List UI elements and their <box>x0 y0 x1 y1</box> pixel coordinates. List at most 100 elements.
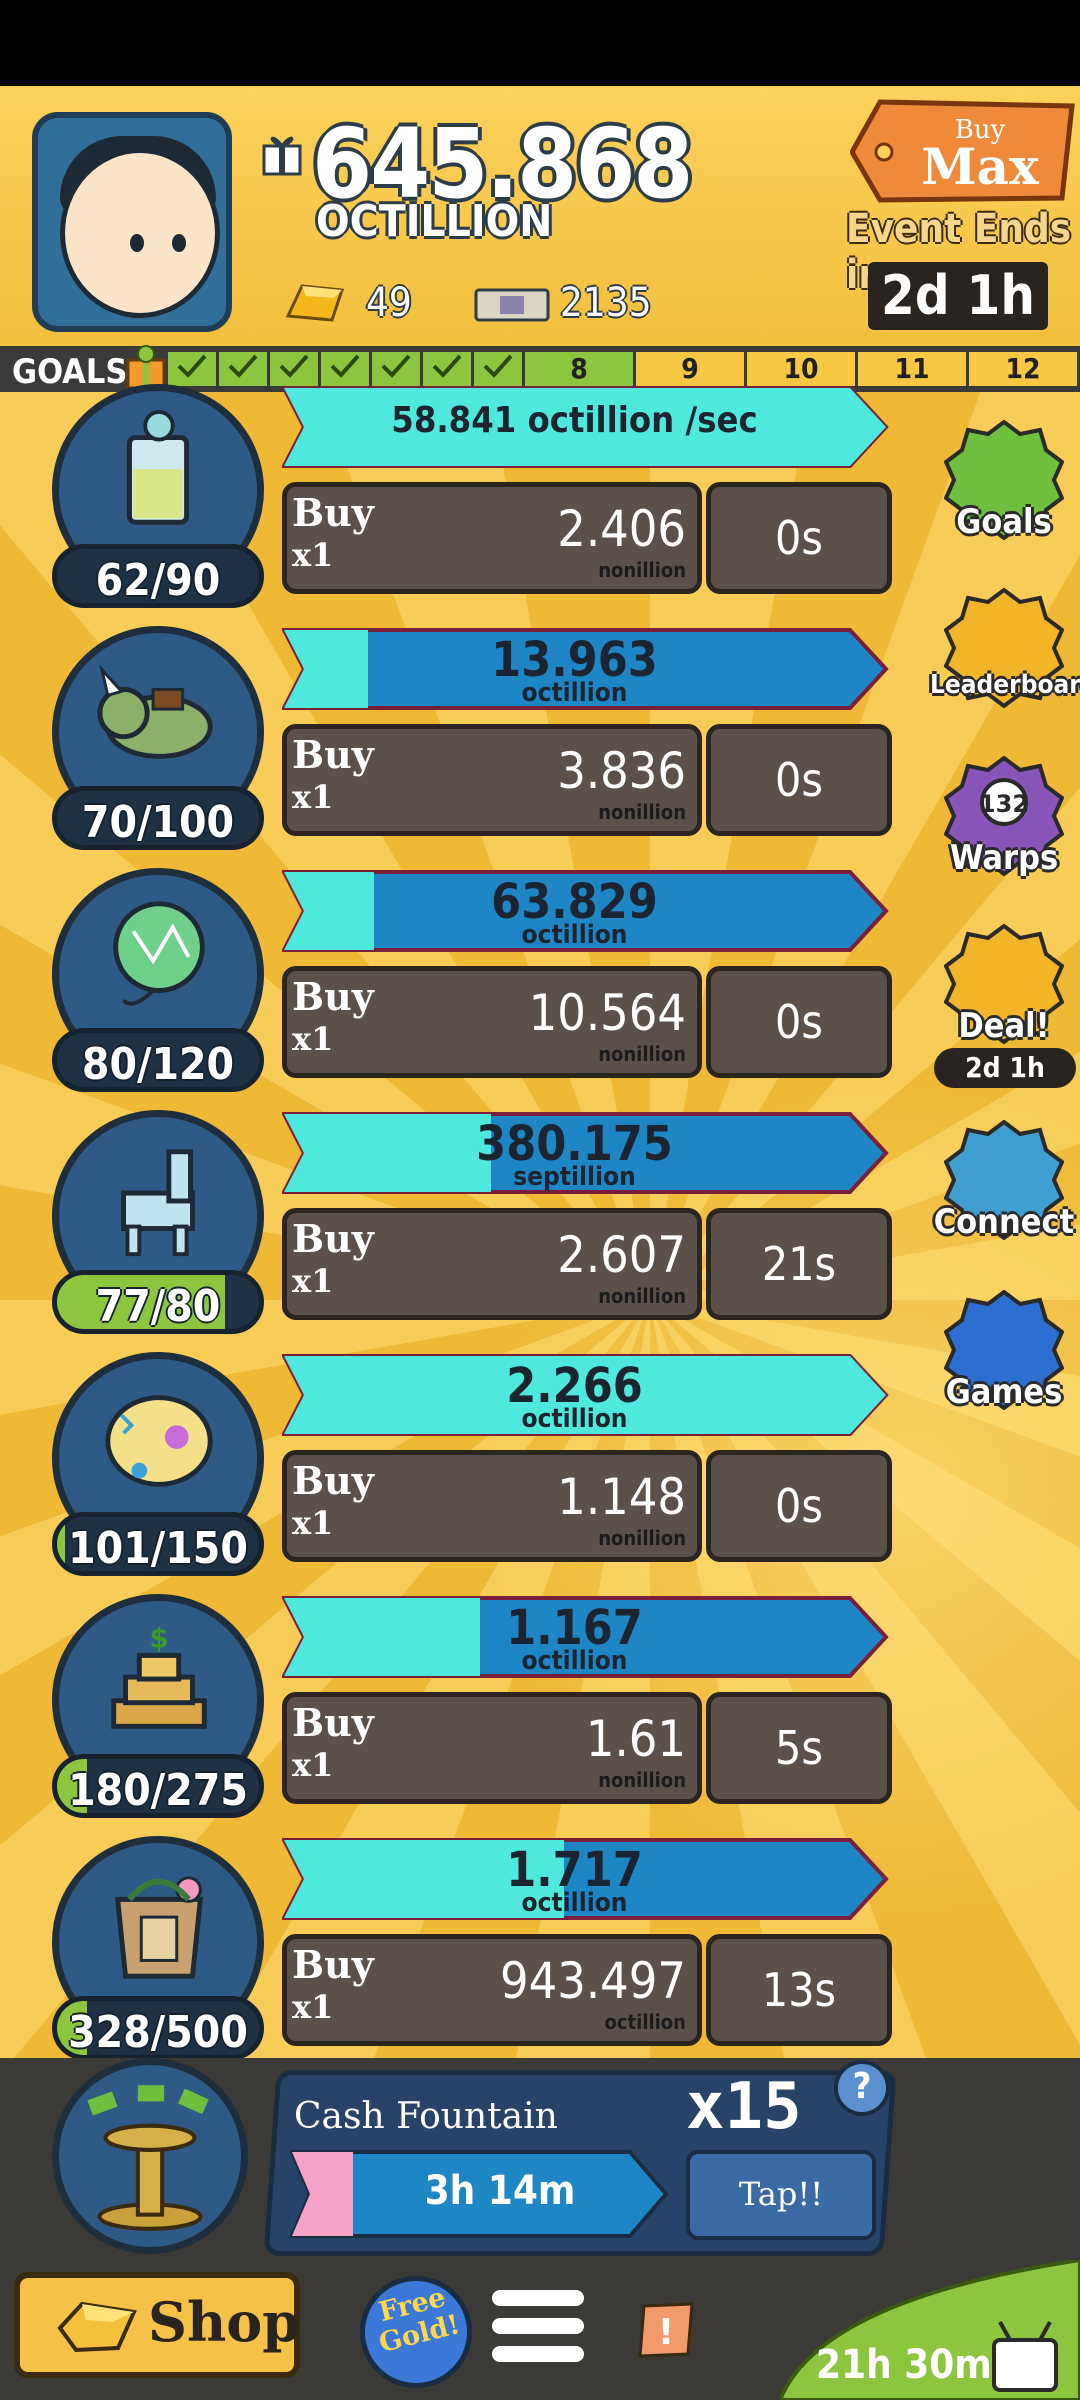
menu-icon[interactable] <box>492 2290 584 2372</box>
gold-gem-icon <box>57 2301 137 2353</box>
menu-line <box>492 2318 584 2334</box>
owned-count: 77/80 <box>95 1281 221 1332</box>
owned-count: 62/90 <box>95 555 221 606</box>
cycle-timer: 21s <box>706 1208 892 1320</box>
cycle-timer: 0s <box>706 724 892 836</box>
owned-count-pill: 80/120 <box>52 1028 264 1092</box>
progress-unit: octillion <box>521 1888 628 1918</box>
buy-cost-unit: nonillion <box>598 1526 686 1550</box>
income-rate-text: 58.841 octillion /sec <box>391 400 758 441</box>
buy-label: Buy <box>292 1216 374 1261</box>
side-button-label: Warps <box>949 838 1059 878</box>
cycle-timer: 13s <box>706 1934 892 2046</box>
business-row: 70/100 13.963 octillion Buy x1 3.836 nonillion… <box>0 622 1080 864</box>
buy-label: Buy <box>292 1458 374 1503</box>
buy-cost: 1.61 <box>585 1710 686 1768</box>
gift-icon <box>262 136 302 176</box>
svg-text:$: $ <box>149 1622 168 1655</box>
buy-multiplier: x1 <box>292 1988 334 2026</box>
owned-count-pill: 70/100 <box>52 786 264 850</box>
owned-count: 70/100 <box>81 797 235 848</box>
balloon-icon <box>113 901 205 1006</box>
buy-cost-unit: nonillion <box>598 1768 686 1792</box>
buy-cost-unit: nonillion <box>598 558 686 582</box>
alert-glyph: ! <box>658 2312 674 2353</box>
side-button-warps[interactable]: 132 Warps <box>930 756 1078 886</box>
business-row: 77/80 380.175 septillion Buy x1 2.607 nonillio… <box>0 1106 1080 1348</box>
player-avatar[interactable] <box>32 112 232 332</box>
help-icon[interactable]: ? <box>834 2060 890 2116</box>
avatar-eye-left <box>130 234 144 252</box>
cycle-timer: 0s <box>706 966 892 1078</box>
party-confetti-icon <box>105 1395 213 1487</box>
lemonade-icon <box>126 409 190 525</box>
cash-unit: OCTILLION <box>316 196 553 247</box>
business-row: 62/90 58.841 octillion /sec Buy x1 2.406 noni… <box>0 380 1080 622</box>
owned-count-pill: 77/80 <box>52 1270 264 1334</box>
side-button-goals[interactable]: Goals <box>930 420 1078 550</box>
checkmark-icon <box>432 354 462 378</box>
side-button-connect[interactable]: Connect <box>930 1120 1078 1250</box>
side-button-games[interactable]: Games <box>930 1290 1078 1420</box>
owned-count: 80/120 <box>81 1039 235 1090</box>
buy-multiplier: x1 <box>292 778 334 816</box>
checkmark-icon <box>279 354 309 378</box>
buy-cost-unit: nonillion <box>598 800 686 824</box>
buy-cost: 943.497 <box>500 1952 686 2010</box>
gold-bar-icon <box>285 284 345 322</box>
side-button-deal[interactable]: Deal! <box>930 924 1078 1054</box>
progress-unit: octillion <box>521 1404 628 1434</box>
cycle-timer: 0s <box>706 1450 892 1562</box>
buy-label: Buy <box>292 1700 374 1745</box>
buy-label: Buy <box>292 974 374 1019</box>
tap-button[interactable]: Tap!! <box>686 2150 876 2240</box>
cycle-timer: 5s <box>706 1692 892 1804</box>
deal-timer: 2d 1h <box>934 1048 1076 1088</box>
buy-cost: 10.564 <box>528 984 686 1042</box>
menu-line <box>492 2346 584 2362</box>
checkmark-icon <box>177 354 207 378</box>
triceratops-icon <box>97 664 213 759</box>
side-button-label: Goals <box>956 502 1052 542</box>
side-button-label: Deal! <box>958 1006 1050 1046</box>
owned-count-pill: 101/150 <box>52 1512 264 1576</box>
warps-count: 132 <box>979 790 1029 818</box>
buy-multiplier: x1 <box>292 1746 334 1784</box>
business-row: $180/275 1.167 octillion Buy x1 1.61 nonillion… <box>0 1590 1080 1832</box>
buy-cost: 3.836 <box>557 742 686 800</box>
owned-count: 180/275 <box>68 1765 248 1816</box>
llama-pinata-icon <box>121 1149 195 1257</box>
cycle-timer: 0s <box>706 482 892 594</box>
buy-label: Buy <box>292 490 374 535</box>
fountain-multiplier: x15 <box>686 2070 802 2144</box>
shop-label: Shop <box>148 2290 301 2354</box>
owned-count: 101/150 <box>68 1523 248 1574</box>
avatar-face <box>60 148 220 318</box>
status-bar <box>0 0 1080 86</box>
buy-cost-unit: nonillion <box>598 1042 686 1066</box>
buy-multiplier: x1 <box>292 1020 334 1058</box>
buy-cost: 2.607 <box>557 1226 686 1284</box>
menu-line <box>492 2290 584 2306</box>
checkmark-icon <box>483 354 513 378</box>
side-button-label: Connect <box>933 1202 1075 1242</box>
fountain-icon-circle[interactable] <box>52 2058 248 2254</box>
buy-max-bottom-text: Max <box>921 137 1040 196</box>
fountain-timer-text: 3h 14m <box>424 2168 576 2214</box>
progress-unit: septillion <box>513 1162 636 1192</box>
event-time: 2d 1h <box>868 262 1048 330</box>
megabucks-count: 2135 <box>560 280 652 326</box>
buy-max-button[interactable]: Buy Max <box>850 96 1076 206</box>
side-button-leaderboard[interactable]: Leaderboard <box>930 588 1080 718</box>
gold-count: 49 <box>366 280 412 326</box>
owned-count-pill: 180/275 <box>52 1754 264 1818</box>
alert-icon[interactable]: ! <box>636 2302 696 2358</box>
fountain-title: Cash Fountain <box>294 2096 558 2137</box>
buy-cost: 2.406 <box>557 500 686 558</box>
business-row: 101/150 2.266 octillion Buy x1 1.148 nonillion… <box>0 1348 1080 1590</box>
buy-label: Buy <box>292 732 374 777</box>
buy-cost-unit: nonillion <box>598 1284 686 1308</box>
owned-count-pill: 62/90 <box>52 544 264 608</box>
side-button-label: Games <box>945 1372 1063 1412</box>
owned-count: 328/500 <box>68 2007 248 2058</box>
